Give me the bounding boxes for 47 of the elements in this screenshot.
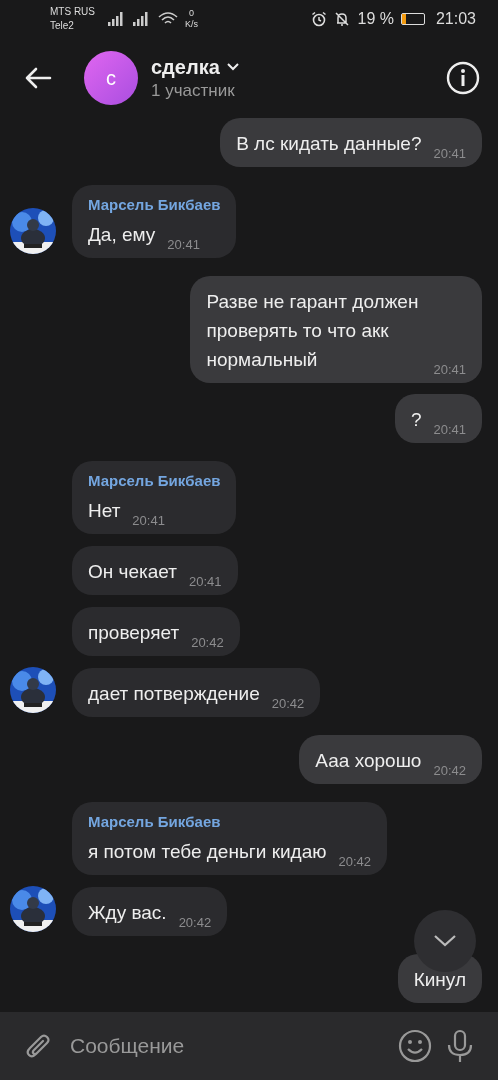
speed-value: 0 (189, 8, 194, 19)
message-text: Он чекает (88, 560, 177, 584)
message-text: Жду вас. (88, 901, 167, 925)
chevron-down-icon (433, 934, 457, 948)
sender-name: Марсель Бикбаев (88, 813, 222, 830)
message-text: я потом тебе деньги кидаю (88, 840, 327, 864)
muted-bell-icon (334, 11, 351, 27)
message-time: 20:42 (433, 763, 466, 779)
message-time: 20:41 (132, 513, 165, 529)
wifi-icon (158, 12, 178, 26)
message-time: 20:42 (178, 915, 212, 931)
clock: 21:03 (435, 10, 476, 28)
sender-name: Марсель Бикбаев (88, 196, 221, 213)
message-time: 20:41 (433, 362, 466, 378)
chat-avatar[interactable]: с (84, 51, 138, 105)
battery-percent: 19 % (357, 10, 394, 28)
battery-icon (400, 13, 425, 25)
message-time: 20:41 (167, 237, 200, 253)
signal-icon (108, 12, 126, 26)
message-text: Ааа хорошо (315, 749, 422, 773)
message-text: Кинул (413, 968, 466, 992)
message-time: 20:42 (191, 635, 224, 651)
message-text: проверяет (88, 621, 180, 645)
smile-icon[interactable] (398, 1029, 432, 1063)
chevron-down-icon[interactable] (226, 63, 239, 71)
message-text: Разве не гарант должен проверять то что акк нормальный (206, 290, 420, 372)
alarm-icon (311, 11, 328, 27)
carrier-name: MTS RUS (50, 5, 95, 19)
member-count: 1 участник (151, 80, 236, 101)
message-time: 20:41 (433, 146, 466, 162)
message-text: дает потверждение (88, 682, 260, 706)
signal-icon (133, 12, 151, 26)
message-text: Нет (88, 499, 121, 523)
message-text: Да, ему (88, 223, 156, 247)
info-icon[interactable] (446, 61, 480, 95)
message-time: 20:41 (433, 422, 466, 438)
message-text: В лс кидать данные? (236, 132, 422, 156)
message-time: 20:41 (188, 574, 222, 590)
chat-title[interactable]: сделка (151, 55, 220, 79)
message-text: ? (410, 408, 422, 432)
carrier-name: Tele2 (50, 19, 75, 33)
speed-unit: K/s (185, 19, 198, 30)
back-arrow-icon[interactable] (24, 66, 52, 90)
microphone-icon[interactable] (446, 1029, 474, 1063)
message-time: 20:42 (271, 696, 305, 712)
sender-name: Марсель Бикбаев (88, 472, 221, 489)
message-time: 20:42 (338, 854, 371, 870)
